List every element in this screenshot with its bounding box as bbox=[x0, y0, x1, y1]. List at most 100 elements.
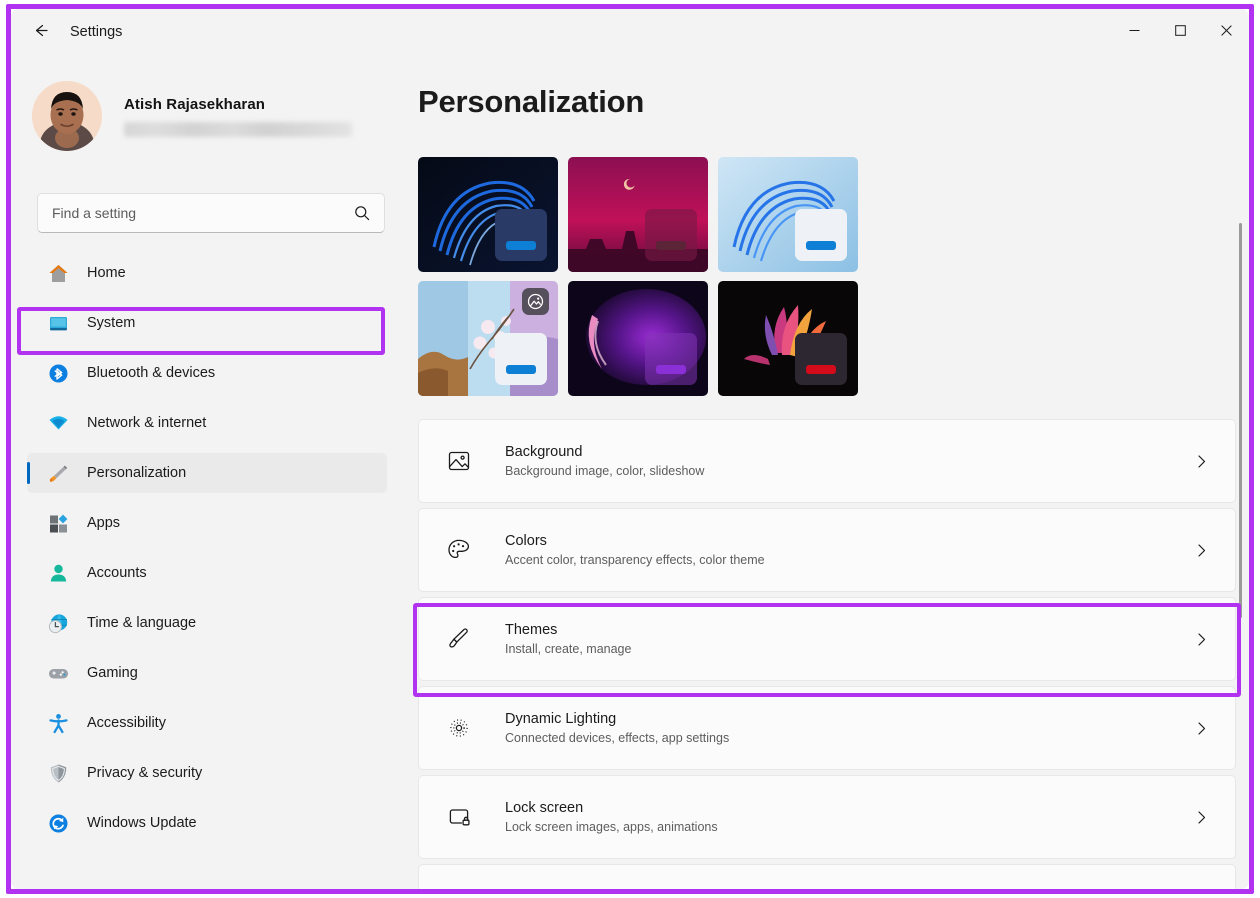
window-controls bbox=[1111, 9, 1249, 55]
page-title: Personalization bbox=[418, 84, 645, 119]
setting-subtitle: Lock screen images, apps, animations bbox=[505, 820, 718, 834]
profile-name: Atish Rajasekharan bbox=[124, 95, 266, 113]
settings-window: Settings Atish Rajasekharan Find a setti… bbox=[11, 9, 1249, 889]
setting-text: Colors Accent color, transparency effect… bbox=[505, 533, 1194, 567]
theme-card[interactable] bbox=[718, 281, 858, 396]
sidebar-item-personalization[interactable]: Personalization bbox=[27, 453, 387, 493]
back-arrow-icon bbox=[32, 22, 49, 44]
theme-accent-swatch bbox=[506, 241, 536, 250]
search-box[interactable] bbox=[37, 193, 385, 233]
setting-row-background[interactable]: Background Background image, color, slid… bbox=[418, 419, 1236, 503]
minimize-button[interactable] bbox=[1111, 9, 1157, 55]
scrollbar[interactable] bbox=[1234, 57, 1246, 889]
avatar bbox=[32, 81, 102, 151]
theme-grid bbox=[418, 157, 868, 396]
sidebar-item-bluetooth-devices[interactable]: Bluetooth & devices bbox=[27, 353, 387, 393]
setting-subtitle: Background image, color, slideshow bbox=[505, 464, 705, 478]
system-icon bbox=[47, 312, 69, 334]
theme-tile-preview bbox=[795, 209, 847, 261]
apps-icon bbox=[47, 512, 69, 534]
theme-card[interactable] bbox=[418, 157, 558, 272]
search-icon bbox=[348, 205, 384, 221]
sidebar: Atish Rajasekharan Home bbox=[11, 57, 399, 889]
wifi-icon bbox=[47, 412, 69, 434]
theme-accent-swatch bbox=[656, 365, 686, 374]
theme-card[interactable] bbox=[718, 157, 858, 272]
settings-list: Background Background image, color, slid… bbox=[418, 419, 1236, 889]
accounts-icon bbox=[47, 562, 69, 584]
sidebar-item-system[interactable]: System bbox=[27, 303, 387, 343]
maximize-button[interactable] bbox=[1157, 9, 1203, 55]
sidebar-item-network-internet[interactable]: Network & internet bbox=[27, 403, 387, 443]
setting-text: Dynamic Lighting Connected devices, effe… bbox=[505, 711, 1194, 745]
theme-tile-preview bbox=[795, 333, 847, 385]
theme-tile-preview bbox=[495, 333, 547, 385]
sidebar-item-accounts[interactable]: Accounts bbox=[27, 553, 387, 593]
paintbrush-icon bbox=[47, 462, 69, 484]
sidebar-nav: Home System Bluetooth & devices Network … bbox=[27, 253, 387, 853]
setting-subtitle: Accent color, transparency effects, colo… bbox=[505, 553, 765, 567]
theme-tile-preview bbox=[645, 333, 697, 385]
back-button[interactable] bbox=[23, 18, 57, 48]
chevron-right-icon bbox=[1194, 454, 1209, 469]
scrollbar-thumb[interactable] bbox=[1239, 223, 1242, 618]
close-button[interactable] bbox=[1203, 9, 1249, 55]
sidebar-item-label: Privacy & security bbox=[87, 765, 203, 781]
theme-tile-preview bbox=[645, 209, 697, 261]
titlebar: Settings bbox=[11, 9, 1249, 57]
sidebar-item-label: Time & language bbox=[87, 615, 197, 631]
sidebar-item-privacy-security[interactable]: Privacy & security bbox=[27, 753, 387, 793]
maximize-icon bbox=[1174, 23, 1186, 41]
chevron-right-icon bbox=[1194, 632, 1209, 647]
accessibility-icon bbox=[47, 712, 69, 734]
titlebar-title: Settings bbox=[70, 24, 123, 40]
minimize-icon bbox=[1129, 23, 1140, 41]
theme-accent-swatch bbox=[806, 241, 836, 250]
paintbrush-outline-icon bbox=[443, 623, 475, 655]
profile-card[interactable]: Atish Rajasekharan bbox=[32, 76, 382, 156]
setting-title: Background bbox=[505, 444, 583, 460]
sidebar-item-time-language[interactable]: Time & language bbox=[27, 603, 387, 643]
setting-row-lock-screen[interactable]: Lock screen Lock screen images, apps, an… bbox=[418, 775, 1236, 859]
sidebar-item-gaming[interactable]: Gaming bbox=[27, 653, 387, 693]
sidebar-item-label: Gaming bbox=[87, 665, 138, 681]
sidebar-item-accessibility[interactable]: Accessibility bbox=[27, 703, 387, 743]
sidebar-item-label: Apps bbox=[87, 515, 121, 531]
setting-text: Background Background image, color, slid… bbox=[505, 444, 1194, 478]
sidebar-item-label: Bluetooth & devices bbox=[87, 365, 216, 381]
setting-subtitle: Install, create, manage bbox=[505, 642, 632, 656]
sidebar-item-apps[interactable]: Apps bbox=[27, 503, 387, 543]
theme-card[interactable] bbox=[568, 157, 708, 272]
profile-email-redacted bbox=[124, 121, 352, 137]
setting-title: Colors bbox=[505, 533, 547, 549]
gamepad-icon bbox=[47, 662, 69, 684]
setting-row-next-partial[interactable] bbox=[418, 864, 1236, 889]
close-icon bbox=[1220, 23, 1232, 41]
dynamic-lighting-icon bbox=[443, 712, 475, 744]
sidebar-item-windows-update[interactable]: Windows Update bbox=[27, 803, 387, 843]
setting-title: Lock screen bbox=[505, 800, 584, 816]
image-icon bbox=[443, 445, 475, 477]
setting-row-dynamic-lighting[interactable]: Dynamic Lighting Connected devices, effe… bbox=[418, 686, 1236, 770]
update-icon bbox=[47, 812, 69, 834]
chevron-right-icon bbox=[1194, 810, 1209, 825]
slideshow-icon bbox=[522, 288, 549, 315]
theme-card[interactable] bbox=[418, 281, 558, 396]
setting-text: Lock screen Lock screen images, apps, an… bbox=[505, 800, 1194, 834]
chevron-right-icon bbox=[1194, 721, 1209, 736]
setting-row-themes[interactable]: Themes Install, create, manage bbox=[418, 597, 1236, 681]
sidebar-item-label: Accounts bbox=[87, 565, 147, 581]
chevron-right-icon bbox=[1194, 543, 1209, 558]
sidebar-item-label: Accessibility bbox=[87, 715, 166, 731]
lock-screen-icon bbox=[443, 801, 475, 833]
setting-subtitle: Connected devices, effects, app settings bbox=[505, 731, 730, 745]
theme-card[interactable] bbox=[568, 281, 708, 396]
search-input[interactable] bbox=[38, 205, 348, 221]
shield-icon bbox=[47, 762, 69, 784]
theme-tile-preview bbox=[495, 209, 547, 261]
clock-globe-icon bbox=[47, 612, 69, 634]
sidebar-item-label: Windows Update bbox=[87, 815, 197, 831]
palette-icon bbox=[443, 534, 475, 566]
sidebar-item-home[interactable]: Home bbox=[27, 253, 387, 293]
setting-row-colors[interactable]: Colors Accent color, transparency effect… bbox=[418, 508, 1236, 592]
